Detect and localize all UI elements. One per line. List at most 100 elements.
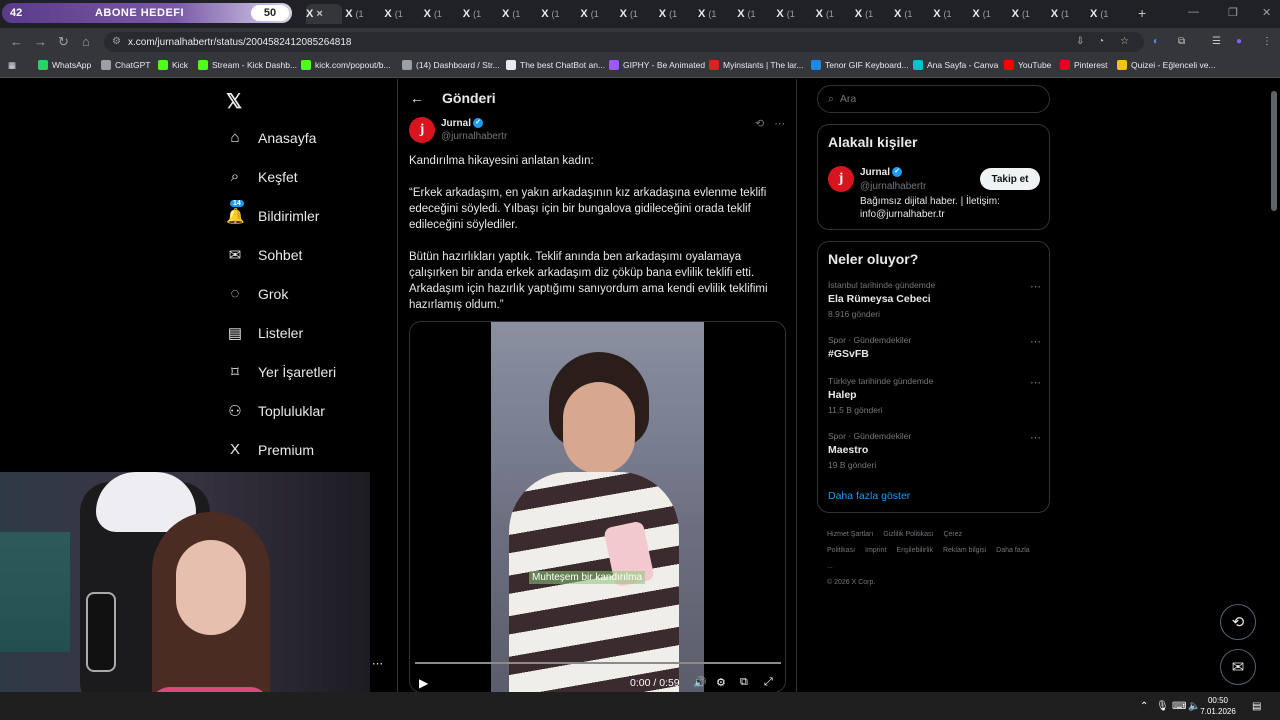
x-logo-icon[interactable]: 𝕏 bbox=[226, 89, 242, 114]
browser-tab[interactable]: X (1 bbox=[659, 4, 697, 24]
browser-tab[interactable]: X (1 bbox=[855, 4, 893, 24]
browser-tab[interactable]: X (1 bbox=[463, 4, 501, 24]
bookmark-item[interactable]: Ana Sayfa - Canva bbox=[913, 60, 998, 70]
nav-item-list[interactable]: ▤ Listeler bbox=[226, 324, 303, 342]
settings-gear-icon[interactable]: ⚙ bbox=[716, 676, 726, 689]
bookmark-star-icon[interactable]: ☆ bbox=[1120, 36, 1129, 47]
nav-item-mail[interactable]: ✉ Sohbet bbox=[226, 246, 303, 264]
video-player[interactable]: Muhteşem bir kandırılma ▶ 0:00 / 0:59 🔊 … bbox=[409, 321, 786, 693]
browser-tab[interactable]: X (1 bbox=[698, 4, 736, 24]
picture-in-picture-icon[interactable]: ⧉ bbox=[740, 676, 748, 689]
microphone-icon[interactable]: 🎙 bbox=[1156, 701, 1169, 712]
more-options-icon[interactable]: ⋯ bbox=[774, 117, 785, 130]
nav-item-home[interactable]: ⌂ Anasayfa bbox=[226, 129, 316, 146]
author-avatar[interactable]: j bbox=[409, 117, 435, 143]
nav-item-grok[interactable]: ◌ Grok bbox=[226, 285, 289, 302]
bookmark-item[interactable]: (14) Dashboard / Str... bbox=[402, 60, 500, 70]
browser-tab[interactable]: X (1 bbox=[816, 4, 854, 24]
extensions-puzzle-icon[interactable]: ⧉ bbox=[1178, 36, 1185, 47]
new-tab-button[interactable]: + bbox=[1138, 5, 1146, 21]
video-progress-bar[interactable] bbox=[415, 662, 781, 664]
trend-item[interactable]: Spor · Gündemdekiler Maestro 19 B gönderi ⋯ bbox=[828, 431, 1043, 470]
url-bar[interactable]: ⚙ x.com/jurnalhabertr/status/20045824120… bbox=[104, 32, 1144, 52]
browser-tab[interactable]: X (1 bbox=[580, 4, 618, 24]
bookmark-item[interactable]: Pinterest bbox=[1060, 60, 1108, 70]
close-window-icon[interactable]: ✕ bbox=[1262, 6, 1271, 19]
bookmark-item[interactable]: Stream - Kick Dashb... bbox=[198, 60, 297, 70]
bookmark-item[interactable]: WhatsApp bbox=[38, 60, 91, 70]
nav-item-bookmark[interactable]: ⌑ Yer İşaretleri bbox=[226, 363, 336, 381]
browser-tab[interactable]: X (1 bbox=[1090, 4, 1128, 24]
apps-grid-icon[interactable]: ▦ bbox=[8, 60, 16, 71]
browser-tab[interactable]: X (1 bbox=[541, 4, 579, 24]
browser-tab[interactable]: X (1 bbox=[1012, 4, 1050, 24]
nav-item-communities[interactable]: ⚇ Topluluklar bbox=[226, 402, 325, 420]
trend-item[interactable]: Türkiye tarihinde gündemde Halep 11,5 B gö… bbox=[828, 376, 1043, 415]
extension-icon[interactable]: ◐ bbox=[1153, 36, 1159, 47]
author-name[interactable]: Jurnal ✓ bbox=[441, 118, 484, 129]
forward-icon[interactable]: → bbox=[34, 34, 47, 49]
bookmark-item[interactable]: Myinstants | The lar... bbox=[709, 60, 803, 70]
bookmark-item[interactable]: YouTube bbox=[1004, 60, 1051, 70]
related-avatar[interactable]: j bbox=[828, 166, 854, 192]
more-options-icon[interactable]: ⋯ bbox=[1030, 376, 1041, 389]
browser-tab[interactable]: X (1 bbox=[737, 4, 775, 24]
bookmark-item[interactable]: kick.com/popout/b... bbox=[301, 60, 391, 70]
play-icon[interactable]: ▶ bbox=[419, 676, 428, 690]
profile-avatar-icon[interactable]: ● bbox=[1236, 36, 1242, 47]
bookmark-item[interactable]: The best ChatBot an... bbox=[506, 60, 605, 70]
minimize-icon[interactable]: — bbox=[1188, 6, 1199, 18]
maximize-icon[interactable]: ❐ bbox=[1228, 6, 1238, 19]
browser-tab[interactable]: X (1 bbox=[894, 4, 932, 24]
footer-link[interactable]: Hizmet Şartları bbox=[827, 531, 873, 538]
search-input[interactable]: ⌕ Ara bbox=[817, 85, 1050, 113]
bookmark-item[interactable]: GIPHY - Be Animated bbox=[609, 60, 705, 70]
browser-tab[interactable]: X (1 bbox=[384, 4, 422, 24]
reload-icon[interactable]: ↻ bbox=[58, 34, 69, 50]
related-name[interactable]: Jurnal ✓ bbox=[860, 167, 903, 178]
back-icon[interactable]: ← bbox=[10, 34, 23, 49]
trend-item[interactable]: İstanbul tarihinde gündemde Ela Rümeysa C… bbox=[828, 280, 1043, 319]
browser-tab[interactable]: X (1 bbox=[424, 4, 462, 24]
related-handle[interactable]: @jurnalhabertr bbox=[860, 181, 926, 192]
grok-fab-icon[interactable]: ⟲ bbox=[1220, 604, 1256, 640]
footer-link[interactable]: Gizlilik Politikası bbox=[883, 531, 933, 538]
close-tab-icon[interactable]: × bbox=[316, 8, 322, 20]
performance-icon[interactable]: ◔ bbox=[1098, 36, 1104, 47]
more-icon[interactable]: ⋯ bbox=[372, 657, 383, 670]
author-handle[interactable]: @jurnalhabertr bbox=[441, 131, 507, 142]
bookmark-item[interactable]: ChatGPT bbox=[101, 60, 150, 70]
more-options-icon[interactable]: ⋯ bbox=[1030, 431, 1041, 444]
footer-link[interactable]: Imprint bbox=[865, 547, 886, 554]
follow-button[interactable]: Takip et bbox=[980, 168, 1040, 190]
back-arrow-icon[interactable]: ← bbox=[410, 90, 424, 106]
nav-item-bell[interactable]: 🔔 14 Bildirimler bbox=[226, 200, 319, 225]
network-icon[interactable]: ⌨ bbox=[1172, 701, 1186, 712]
install-icon[interactable]: ⇩ bbox=[1076, 36, 1084, 47]
browser-tab[interactable]: X (1 bbox=[776, 4, 814, 24]
reading-list-icon[interactable]: ☰ bbox=[1212, 36, 1221, 47]
tray-expand-icon[interactable]: ⌃ bbox=[1140, 701, 1148, 712]
browser-tab[interactable]: X (1 bbox=[345, 4, 383, 24]
more-options-icon[interactable]: ⋯ bbox=[1030, 280, 1041, 293]
footer-link[interactable]: Erişilebilirlik bbox=[896, 547, 933, 554]
nav-item-x-premium[interactable]: X Premium bbox=[226, 441, 314, 458]
nav-item-search[interactable]: ⌕ Keşfet bbox=[226, 168, 298, 185]
messages-fab-icon[interactable]: ✉ bbox=[1220, 649, 1256, 685]
fullscreen-icon[interactable]: ⤢ bbox=[764, 676, 773, 689]
more-options-icon[interactable]: ⋯ bbox=[1030, 335, 1041, 348]
browser-tab[interactable]: X (1 bbox=[620, 4, 658, 24]
tab-active[interactable]: X × bbox=[306, 4, 342, 24]
browser-tab[interactable]: X (1 bbox=[502, 4, 540, 24]
footer-link[interactable]: Reklam bilgisi bbox=[943, 547, 986, 554]
bookmark-item[interactable]: Kick bbox=[158, 60, 188, 70]
trend-item[interactable]: Spor · Gündemdekiler #GSvFB ⋯ bbox=[828, 335, 1043, 364]
site-info-icon[interactable]: ⚙ bbox=[112, 36, 121, 47]
browser-menu-icon[interactable]: ⋮ bbox=[1262, 36, 1272, 47]
browser-tab[interactable]: X (1 bbox=[972, 4, 1010, 24]
home-icon[interactable]: ⌂ bbox=[82, 34, 90, 49]
notifications-icon[interactable]: ▤ bbox=[1252, 701, 1261, 712]
volume-icon[interactable]: 🔊 bbox=[693, 676, 707, 689]
bookmark-item[interactable]: Quizei - Eğlenceli ve... bbox=[1117, 60, 1216, 70]
grok-icon[interactable]: ⟲ bbox=[755, 117, 764, 130]
